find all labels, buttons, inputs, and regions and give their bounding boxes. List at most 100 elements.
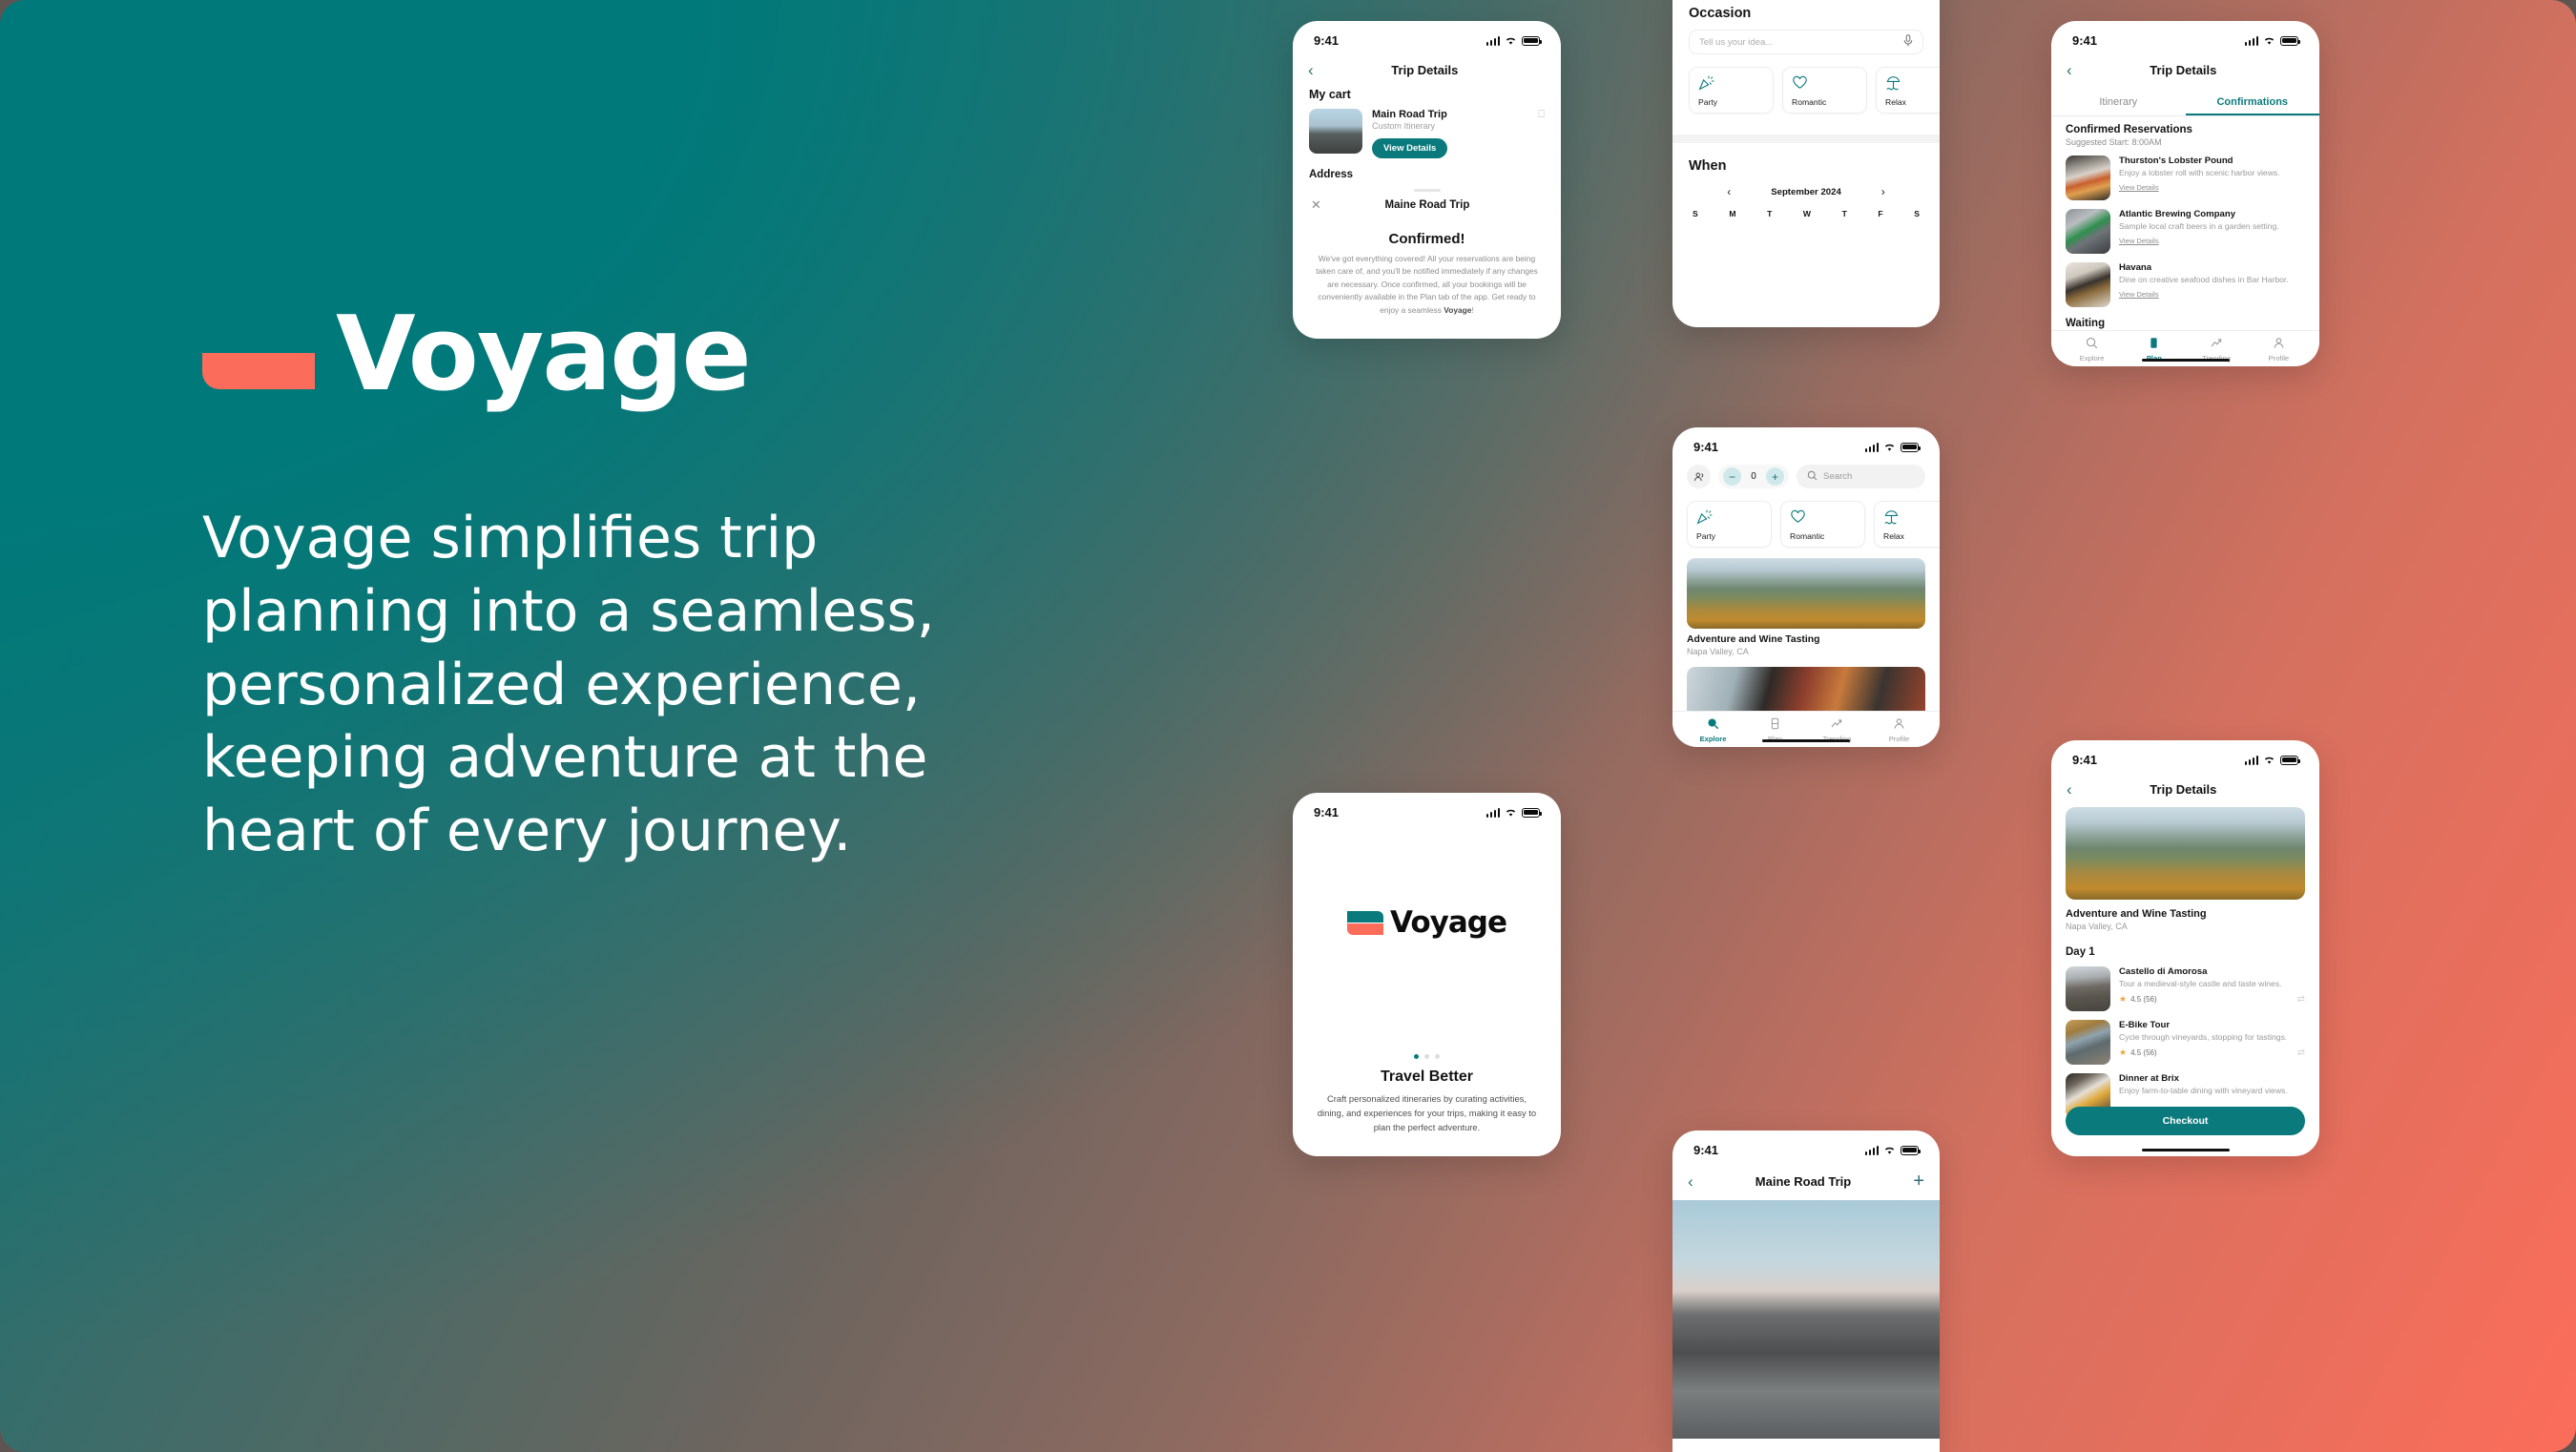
itinerary-item[interactable]: Castello di Amorosa Tour a medieval-styl…	[2066, 966, 2305, 1011]
chip-relax[interactable]: Relax	[1874, 501, 1940, 548]
cellular-icon	[1864, 1145, 1879, 1155]
phone-cart-confirmed: 9:41 ‹ Trip Details My cart Main Road Tr…	[1293, 21, 1561, 339]
shuffle-icon[interactable]: ⇄	[2297, 994, 2305, 1005]
close-icon[interactable]: ✕	[1311, 197, 1321, 213]
phone-maine-road-trip: 9:41 ‹ Maine Road Trip +	[1672, 1130, 1940, 1452]
chip-romantic[interactable]: Romantic	[1780, 501, 1865, 548]
chip-party[interactable]: Party	[1689, 67, 1774, 114]
search-icon	[2086, 337, 2098, 352]
weekday: S	[1693, 209, 1698, 218]
presentation-canvas: Voyage Voyage simplifies trip planning i…	[0, 0, 2576, 1452]
wifi-icon	[2263, 36, 2275, 46]
day-label: Day 1	[2066, 946, 2095, 958]
tab-label: Profile	[2268, 354, 2290, 363]
reservation-thumbnail	[2066, 262, 2110, 307]
add-icon[interactable]: +	[1913, 1172, 1924, 1191]
star-icon: ★	[2119, 1048, 2128, 1058]
explore-card-title: Adventure and Wine Tasting	[1687, 634, 1820, 645]
tab-strip: Itinerary Confirmations	[2051, 90, 2319, 116]
chip-relax[interactable]: Relax	[1876, 67, 1940, 114]
checkout-button[interactable]: Checkout	[2066, 1107, 2305, 1135]
sheet-grabber[interactable]	[1413, 189, 1441, 192]
tab-profile[interactable]: Profile	[2248, 337, 2310, 363]
search-placeholder: Search	[1823, 471, 1853, 482]
weekday: M	[1729, 209, 1736, 218]
itinerary-desc: Tour a medieval-style castle and taste w…	[2119, 979, 2282, 988]
confetti-icon	[1696, 508, 1762, 525]
tab-label: Explore	[2079, 354, 2105, 363]
view-details-button[interactable]: View Details	[1372, 138, 1448, 158]
reservation-desc: Sample local craft beers in a garden set…	[2119, 221, 2279, 231]
reservation-row[interactable]: Havana Dine on creative seafood dishes i…	[2066, 262, 2305, 307]
trash-icon[interactable]: ⎕	[1538, 109, 1545, 158]
reservation-thumbnail	[2066, 156, 2110, 200]
cart-section-label: My cart	[1309, 88, 1351, 101]
confetti-icon	[1698, 74, 1764, 91]
person-icon	[1893, 718, 1905, 733]
tab-itinerary[interactable]: Itinerary	[2051, 90, 2186, 115]
home-indicator	[1762, 738, 1850, 742]
battery-icon	[1901, 1145, 1922, 1155]
reservation-desc: Enjoy a lobster roll with scenic harbor …	[2119, 168, 2280, 177]
itinerary-name: Dinner at Brix	[2119, 1073, 2179, 1084]
weekday: F	[1878, 209, 1883, 218]
phone-confirmations: 9:41 ‹ Trip Details Itinerary Confirmati…	[2051, 21, 2319, 366]
reservation-row[interactable]: Atlantic Brewing Company Sample local cr…	[2066, 209, 2305, 254]
reservation-desc: Dine on creative seafood dishes in Bar H…	[2119, 275, 2289, 284]
stepper-plus-button[interactable]: +	[1766, 467, 1784, 486]
guest-stepper[interactable]: − 0 +	[1718, 465, 1789, 488]
calendar-next-icon[interactable]: ›	[1881, 185, 1885, 198]
itinerary-item[interactable]: E-Bike Tour Cycle through vineyards, sto…	[2066, 1020, 2305, 1065]
tab-confirmations[interactable]: Confirmations	[2186, 90, 2320, 115]
cart-item[interactable]: Main Road Trip Custom Itinerary View Det…	[1309, 109, 1545, 158]
tab-explore[interactable]: Explore	[1682, 717, 1744, 743]
brand-lockup: Voyage	[202, 303, 1214, 406]
stepper-minus-button[interactable]: −	[1723, 467, 1741, 486]
brand-wordmark: Voyage	[1390, 905, 1507, 940]
calendar-prev-icon[interactable]: ‹	[1727, 185, 1731, 198]
beach-umbrella-icon	[1885, 74, 1940, 91]
wifi-icon	[1883, 443, 1896, 452]
phone-occasion-when: Occasion Tell us your idea... Party Roma…	[1672, 0, 1940, 327]
trip-hero-photo	[2066, 807, 2305, 900]
reservation-row[interactable]: Thurston's Lobster Pound Enjoy a lobster…	[2066, 156, 2305, 200]
view-details-link[interactable]: View Details	[2119, 237, 2159, 245]
search-input[interactable]: Search	[1797, 465, 1925, 488]
cart-item-name: Main Road Trip	[1372, 109, 1447, 120]
search-icon	[1807, 470, 1818, 484]
chip-label: Relax	[1885, 97, 1906, 107]
trip-hero-photo	[1672, 1200, 1940, 1439]
phone-explore: 9:41 − 0 + Search Party Romantic Relax A…	[1672, 427, 1940, 747]
calendar-month: September 2024	[1771, 186, 1841, 197]
microphone-icon[interactable]	[1903, 34, 1913, 50]
occasion-input[interactable]: Tell us your idea...	[1689, 30, 1923, 54]
address-label: Address	[1309, 169, 1354, 180]
tab-profile[interactable]: Profile	[1868, 717, 1930, 743]
carousel-dots[interactable]	[1293, 1054, 1561, 1059]
home-indicator	[2141, 358, 2230, 362]
shuffle-icon[interactable]: ⇄	[2297, 1048, 2305, 1058]
heart-icon	[1792, 74, 1858, 91]
view-details-link[interactable]: View Details	[2119, 183, 2159, 192]
itinerary-thumbnail	[2066, 1020, 2110, 1065]
chip-romantic[interactable]: Romantic	[1782, 67, 1867, 114]
page-title: Trip Details	[2150, 63, 2217, 77]
suggested-start: Suggested Start: 8:00AM	[2066, 137, 2162, 147]
wifi-icon	[1505, 808, 1517, 818]
weekday: S	[1914, 209, 1920, 218]
chip-party[interactable]: Party	[1687, 501, 1772, 548]
beach-umbrella-icon	[1883, 508, 1940, 525]
view-details-link[interactable]: View Details	[2119, 290, 2159, 299]
tab-explore[interactable]: Explore	[2061, 337, 2123, 363]
reservation-name: Atlantic Brewing Company	[2119, 209, 2236, 219]
status-bar: 9:41	[1672, 427, 1940, 461]
hero-tagline: Voyage simplifies trip planning into a s…	[202, 505, 935, 865]
hero-block: Voyage Voyage simplifies trip planning i…	[202, 303, 1214, 868]
chip-label: Party	[1698, 97, 1718, 107]
explore-card-image[interactable]	[1687, 558, 1925, 629]
occasion-placeholder: Tell us your idea...	[1699, 36, 1774, 48]
when-heading: When	[1689, 158, 1727, 174]
trend-up-icon	[1831, 719, 1843, 733]
tab-label: Explore	[1699, 735, 1727, 743]
people-icon[interactable]	[1687, 465, 1711, 488]
